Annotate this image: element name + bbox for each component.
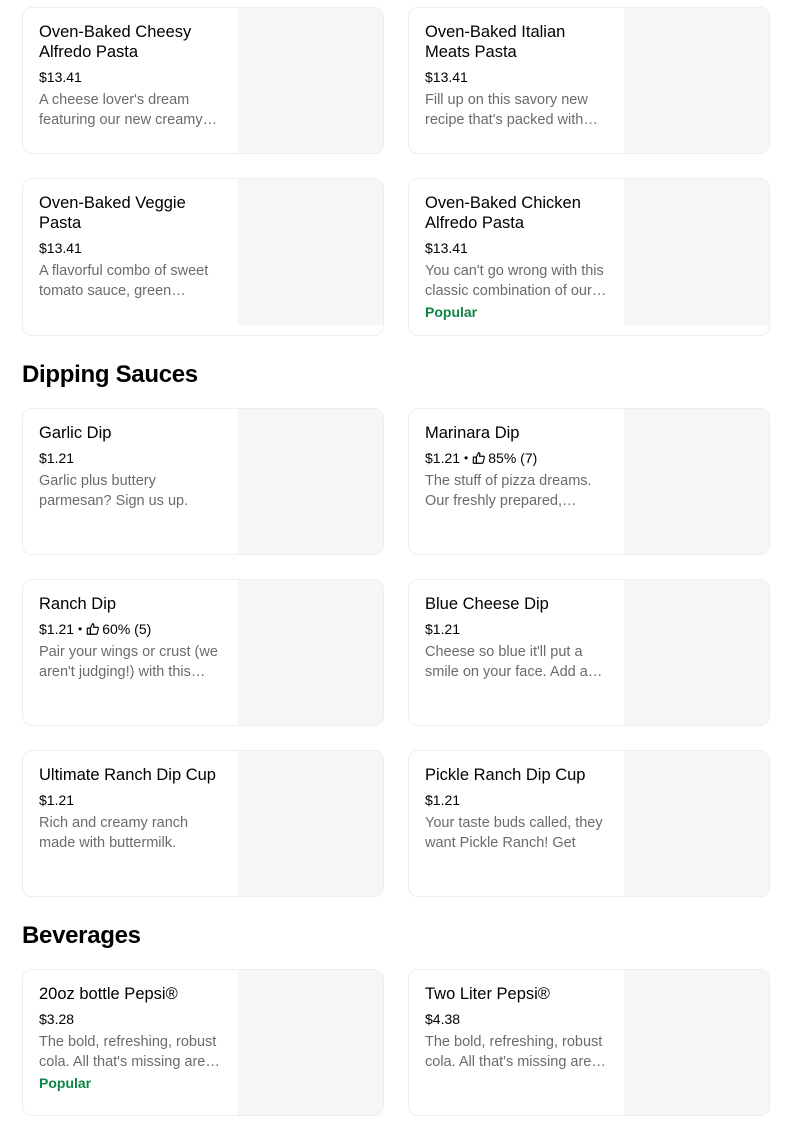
item-description: Fill up on this savory new recipe that's… (425, 92, 598, 128)
item-image-placeholder (238, 8, 383, 153)
item-price: $4.38 (425, 1011, 461, 1027)
item-image-placeholder (238, 580, 383, 725)
thumbs-up-icon (86, 622, 100, 636)
item-description: A flavorful combo of sweet tomato sauce,… (39, 263, 209, 299)
item-price: $1.21 (39, 450, 75, 466)
item-image-placeholder (238, 179, 383, 325)
item-info: Two Liter Pepsi® $4.38 The bold, refresh… (425, 984, 609, 1072)
item-meta: $13.41 (39, 239, 223, 257)
item-meta: $1.21 (39, 791, 223, 809)
item-info: Blue Cheese Dip $1.21 Cheese so blue it'… (425, 594, 609, 682)
item-meta: $1.21 (425, 620, 609, 638)
item-meta: $3.28 (39, 1010, 223, 1028)
item-title: Oven-Baked Veggie Pasta (39, 194, 186, 232)
item-title: Garlic Dip (39, 424, 112, 442)
popular-badge: Popular (39, 1075, 92, 1091)
item-price: $1.21 (425, 621, 461, 637)
item-price: $13.41 (39, 240, 82, 256)
item-description: The bold, refreshing, robust cola. All t… (425, 1034, 606, 1070)
item-info: 20oz bottle Pepsi® $3.28 The bold, refre… (39, 984, 223, 1092)
item-price: $1.21 (39, 792, 75, 808)
item-price: $3.28 (39, 1011, 75, 1027)
item-meta: $1.21 • 60% (5) (39, 620, 223, 638)
item-meta: $1.21 (425, 791, 609, 809)
menu-item-card[interactable]: Pickle Ranch Dip Cup $1.21 Your taste bu… (408, 750, 770, 897)
item-info: Ultimate Ranch Dip Cup $1.21 Rich and cr… (39, 765, 223, 853)
item-description: Pair your wings or crust (we aren't judg… (39, 644, 218, 680)
item-price: $1.21 (425, 792, 461, 808)
item-price: $1.21 (39, 621, 75, 637)
item-description: Your taste buds called, they want Pickle… (425, 815, 603, 851)
item-title: Oven-Baked Italian Meats Pasta (425, 23, 566, 61)
item-image-placeholder (624, 970, 769, 1115)
item-description: Cheese so blue it'll put a smile on your… (425, 644, 603, 680)
item-description: Garlic plus buttery parmesan? Sign us up… (39, 473, 189, 509)
item-info: Oven-Baked Veggie Pasta $13.41 A flavorf… (39, 193, 223, 301)
item-meta: $13.41 (39, 68, 223, 86)
item-title: Ultimate Ranch Dip Cup (39, 766, 216, 784)
menu-item-card[interactable]: Two Liter Pepsi® $4.38 The bold, refresh… (408, 969, 770, 1116)
thumbs-up-icon (472, 451, 486, 465)
item-info: Ranch Dip $1.21 • 60% (5) Pair your wing… (39, 594, 223, 682)
item-meta: $13.41 (425, 239, 609, 257)
item-image-placeholder (624, 409, 769, 554)
item-title: Pickle Ranch Dip Cup (425, 766, 586, 784)
menu-item-card[interactable]: Ultimate Ranch Dip Cup $1.21 Rich and cr… (22, 750, 384, 897)
menu-item-card[interactable]: Ranch Dip $1.21 • 60% (5) Pair your wing… (22, 579, 384, 726)
item-info: Oven-Baked Cheesy Alfredo Pasta $13.41 A… (39, 22, 223, 130)
item-info: Pickle Ranch Dip Cup $1.21 Your taste bu… (425, 765, 609, 853)
meta-separator: • (78, 622, 83, 636)
item-info: Marinara Dip $1.21 • 85% (7) The stuff o… (425, 423, 609, 511)
menu-item-card[interactable]: Blue Cheese Dip $1.21 Cheese so blue it'… (408, 579, 770, 726)
item-rating: 85% (7) (488, 450, 538, 466)
item-image-placeholder (624, 751, 769, 896)
item-description: You can't go wrong with this classic com… (425, 263, 607, 299)
menu-item-card[interactable]: Garlic Dip $1.21 Garlic plus buttery par… (22, 408, 384, 555)
item-title: Two Liter Pepsi® (425, 985, 550, 1003)
item-title: Oven-Baked Cheesy Alfredo Pasta (39, 23, 192, 61)
item-title: Oven-Baked Chicken Alfredo Pasta (425, 194, 581, 232)
item-title: 20oz bottle Pepsi® (39, 985, 178, 1003)
section-heading-beverages: Beverages (22, 922, 141, 949)
popular-badge: Popular (425, 304, 478, 320)
item-image-placeholder (624, 580, 769, 725)
item-meta: $13.41 (425, 68, 609, 86)
item-title: Blue Cheese Dip (425, 595, 549, 613)
item-description: A cheese lover's dream featuring our new… (39, 92, 218, 128)
item-meta: $1.21 • 85% (7) (425, 449, 609, 467)
menu-item-card[interactable]: Oven-Baked Chicken Alfredo Pasta $13.41 … (408, 178, 770, 336)
item-info: Garlic Dip $1.21 Garlic plus buttery par… (39, 423, 223, 511)
menu-item-card[interactable]: Oven-Baked Veggie Pasta $13.41 A flavorf… (22, 178, 384, 336)
item-image-placeholder (624, 8, 769, 153)
item-meta: $4.38 (425, 1010, 609, 1028)
section-heading-dipping-sauces: Dipping Sauces (22, 361, 198, 388)
item-description: Rich and creamy ranch made with buttermi… (39, 815, 189, 851)
menu-item-card[interactable]: Oven-Baked Italian Meats Pasta $13.41 Fi… (408, 7, 770, 154)
item-image-placeholder (238, 970, 383, 1115)
item-description: The bold, refreshing, robust cola. All t… (39, 1034, 220, 1070)
item-rating: 60% (5) (102, 621, 152, 637)
menu-item-card[interactable]: 20oz bottle Pepsi® $3.28 The bold, refre… (22, 969, 384, 1116)
item-description: The stuff of pizza dreams. Our freshly p… (425, 473, 592, 509)
item-price: $13.41 (39, 69, 82, 85)
item-price: $1.21 (425, 450, 461, 466)
item-price: $13.41 (425, 69, 468, 85)
item-image-placeholder (238, 751, 383, 896)
item-price: $13.41 (425, 240, 468, 256)
item-info: Oven-Baked Chicken Alfredo Pasta $13.41 … (425, 193, 609, 321)
menu-item-card[interactable]: Oven-Baked Cheesy Alfredo Pasta $13.41 A… (22, 7, 384, 154)
item-title: Marinara Dip (425, 424, 520, 442)
menu-page: Oven-Baked Cheesy Alfredo Pasta $13.41 A… (0, 0, 804, 1137)
item-title: Ranch Dip (39, 595, 117, 613)
item-info: Oven-Baked Italian Meats Pasta $13.41 Fi… (425, 22, 609, 130)
menu-item-card[interactable]: Marinara Dip $1.21 • 85% (7) The stuff o… (408, 408, 770, 555)
item-image-placeholder (238, 409, 383, 554)
item-image-placeholder (624, 179, 769, 325)
item-meta: $1.21 (39, 449, 223, 467)
meta-separator: • (464, 451, 469, 465)
